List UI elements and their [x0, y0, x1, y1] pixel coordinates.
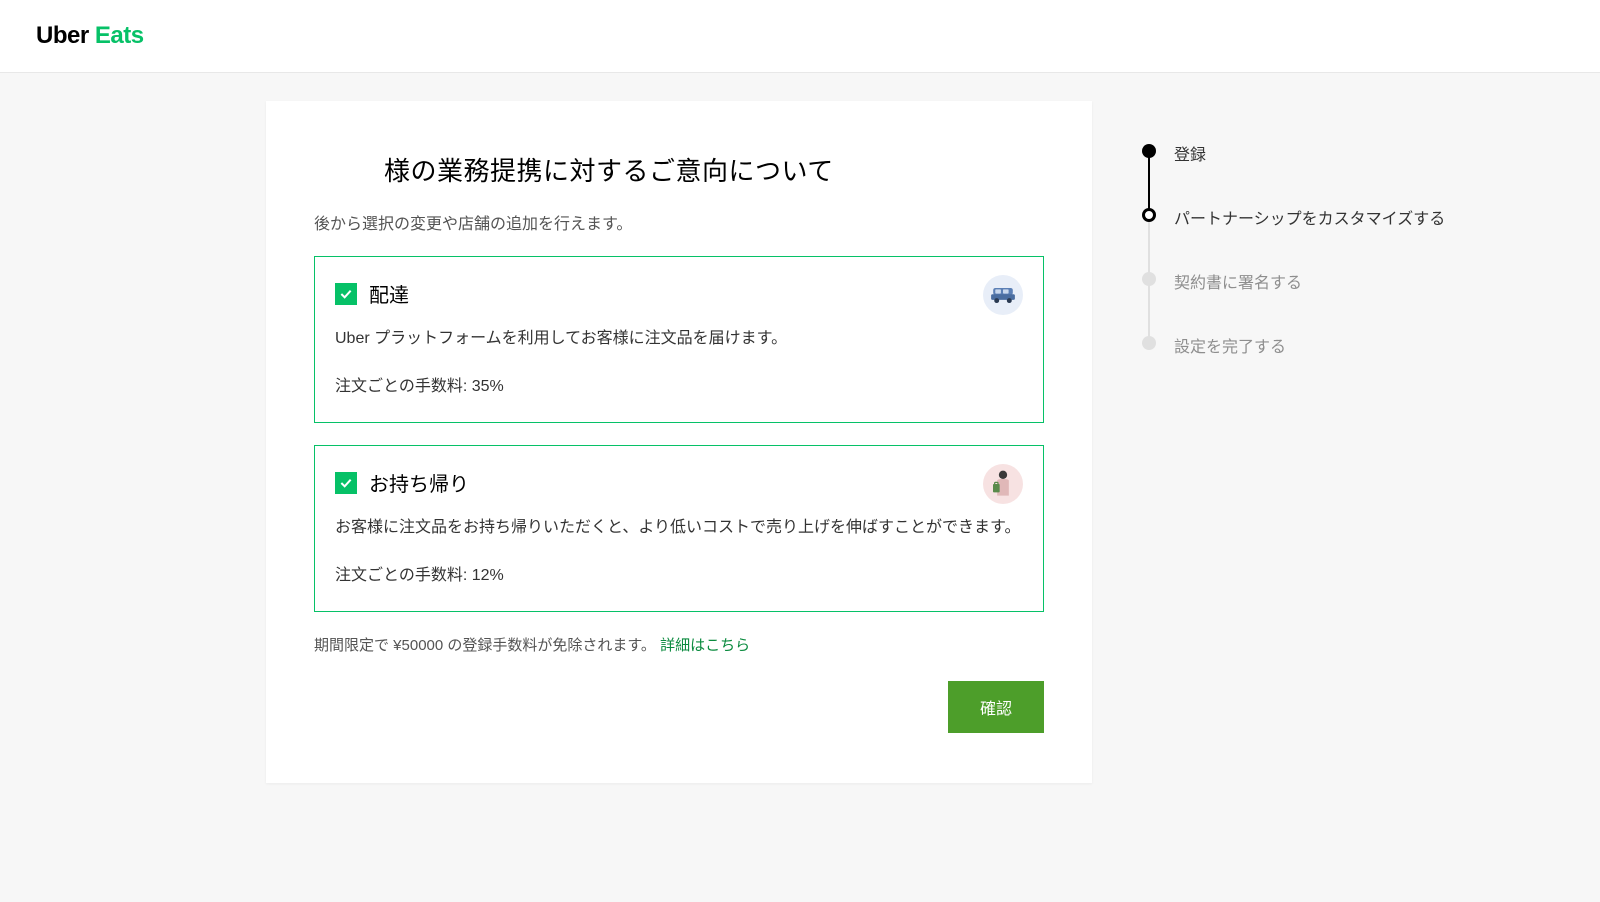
- logo[interactable]: Uber Eats: [36, 22, 1564, 50]
- person-bag-icon: [983, 464, 1023, 504]
- option-description: Uber プラットフォームを利用してお客様に注文品を届けます。: [335, 324, 1023, 348]
- header: Uber Eats: [0, 0, 1600, 73]
- page-title: 様の業務提携に対するご意向について: [384, 151, 1044, 188]
- option-header: 配達: [335, 279, 1023, 308]
- checkbox-pickup[interactable]: [335, 472, 357, 494]
- step-marker-done-icon: [1142, 144, 1156, 158]
- step-connector: [1148, 281, 1150, 339]
- step-label: 設定を完了する: [1174, 333, 1286, 357]
- content-card: 様の業務提携に対するご意向について 後から選択の変更や店舗の追加を行えます。 配…: [266, 101, 1092, 783]
- button-row: 確認: [314, 681, 1044, 733]
- step-marker-pending-icon: [1142, 272, 1156, 286]
- option-fee: 注文ごとの手数料: 35%: [335, 372, 1023, 396]
- step-marker-pending-icon: [1142, 336, 1156, 350]
- step-label: 契約書に署名する: [1174, 269, 1302, 293]
- option-title: お持ち帰り: [369, 468, 469, 497]
- step-sign: 契約書に署名する: [1142, 269, 1502, 333]
- footer-note-text: 期間限定で ¥50000 の登録手数料が免除されます。: [314, 637, 660, 654]
- checkbox-delivery[interactable]: [335, 283, 357, 305]
- logo-part-eats: Eats: [95, 22, 144, 49]
- step-connector: [1148, 217, 1150, 275]
- confirm-button[interactable]: 確認: [948, 681, 1044, 733]
- option-title: 配達: [369, 279, 409, 308]
- details-link[interactable]: 詳細はこちら: [660, 637, 750, 654]
- option-fee: 注文ごとの手数料: 12%: [335, 561, 1023, 585]
- step-label: 登録: [1174, 141, 1206, 165]
- option-header: お持ち帰り: [335, 468, 1023, 497]
- main-container: 様の業務提携に対するご意向について 後から選択の変更や店舗の追加を行えます。 配…: [70, 73, 1530, 823]
- logo-part-uber: Uber: [36, 22, 95, 49]
- step-complete: 設定を完了する: [1142, 333, 1502, 397]
- footer-note: 期間限定で ¥50000 の登録手数料が免除されます。 詳細はこちら: [314, 634, 1044, 655]
- step-connector: [1148, 153, 1150, 211]
- step-register: 登録: [1142, 141, 1502, 205]
- checkmark-icon: [338, 286, 354, 302]
- progress-stepper: 登録 パートナーシップをカスタマイズする 契約書に署名する 設定を完了する: [1142, 101, 1502, 783]
- step-label: パートナーシップをカスタマイズする: [1174, 205, 1445, 229]
- step-marker-current-icon: [1142, 208, 1156, 222]
- option-delivery[interactable]: 配達 Uber プラットフォームを利用してお客様に注文品を届けます。 注文ごとの…: [314, 256, 1044, 423]
- option-description: お客様に注文品をお持ち帰りいただくと、より低いコストで売り上げを伸ばすことができ…: [335, 513, 1023, 537]
- step-customize: パートナーシップをカスタマイズする: [1142, 205, 1502, 269]
- car-icon: [983, 275, 1023, 315]
- page-subtitle: 後から選択の変更や店舗の追加を行えます。: [314, 210, 1044, 234]
- checkmark-icon: [338, 475, 354, 491]
- option-pickup[interactable]: お持ち帰り お客様に注文品をお持ち帰りいただくと、より低いコストで売り上げを伸ば…: [314, 445, 1044, 612]
